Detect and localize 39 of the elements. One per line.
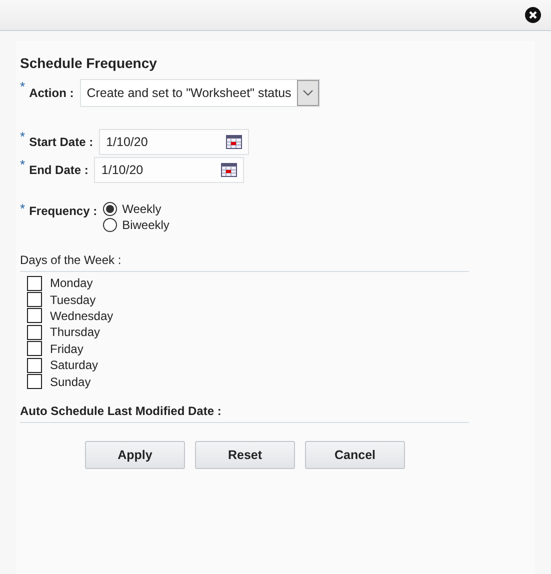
- checkbox-label: Monday: [50, 276, 93, 290]
- required-asterisk: *: [20, 129, 26, 144]
- date-field[interactable]: 1/10/20: [99, 129, 250, 155]
- required-asterisk: *: [20, 79, 26, 94]
- checkbox[interactable]: [27, 308, 42, 324]
- action-button[interactable]: Reset: [195, 440, 295, 469]
- radio-button[interactable]: [103, 202, 118, 216]
- calendar-icon[interactable]: [226, 135, 242, 149]
- checkbox[interactable]: [27, 341, 42, 356]
- action-label: Action :: [29, 86, 74, 100]
- date-label: Start Date :: [29, 135, 94, 149]
- calendar-icon[interactable]: [221, 163, 238, 177]
- date-field[interactable]: 1/10/20: [94, 157, 244, 183]
- checkbox-label: Thursday: [50, 325, 100, 340]
- last-modified-label: Auto Schedule Last Modified Date :: [20, 404, 222, 418]
- days-label: Days of the Week :: [20, 253, 122, 267]
- checkbox-label: Wednesday: [50, 308, 114, 323]
- action-select[interactable]: Create and set to "Worksheet" status: [80, 79, 320, 107]
- required-asterisk: *: [20, 157, 26, 172]
- frequency-label: Frequency :: [29, 204, 98, 218]
- close-icon[interactable]: [525, 7, 541, 23]
- checkbox[interactable]: [27, 292, 42, 308]
- action-button[interactable]: Apply: [85, 440, 185, 469]
- checkbox-label: Sunday: [50, 374, 91, 389]
- checkbox[interactable]: [27, 374, 42, 390]
- checkbox-label: Friday: [50, 342, 84, 356]
- required-asterisk: *: [20, 201, 26, 216]
- caret-icon: [303, 90, 314, 96]
- checkbox-label: Tuesday: [50, 292, 96, 307]
- radio-label: Weekly: [122, 202, 162, 216]
- checkbox[interactable]: [27, 358, 42, 373]
- date-label: End Date :: [29, 163, 88, 177]
- checkbox[interactable]: [27, 324, 42, 340]
- radio-label: Biweekly: [122, 218, 170, 232]
- radio-button[interactable]: [103, 218, 118, 232]
- checkbox-label: Saturday: [50, 358, 98, 372]
- form-title: Schedule Frequency: [20, 55, 158, 71]
- checkbox[interactable]: [27, 276, 42, 291]
- action-button[interactable]: Cancel: [305, 440, 405, 469]
